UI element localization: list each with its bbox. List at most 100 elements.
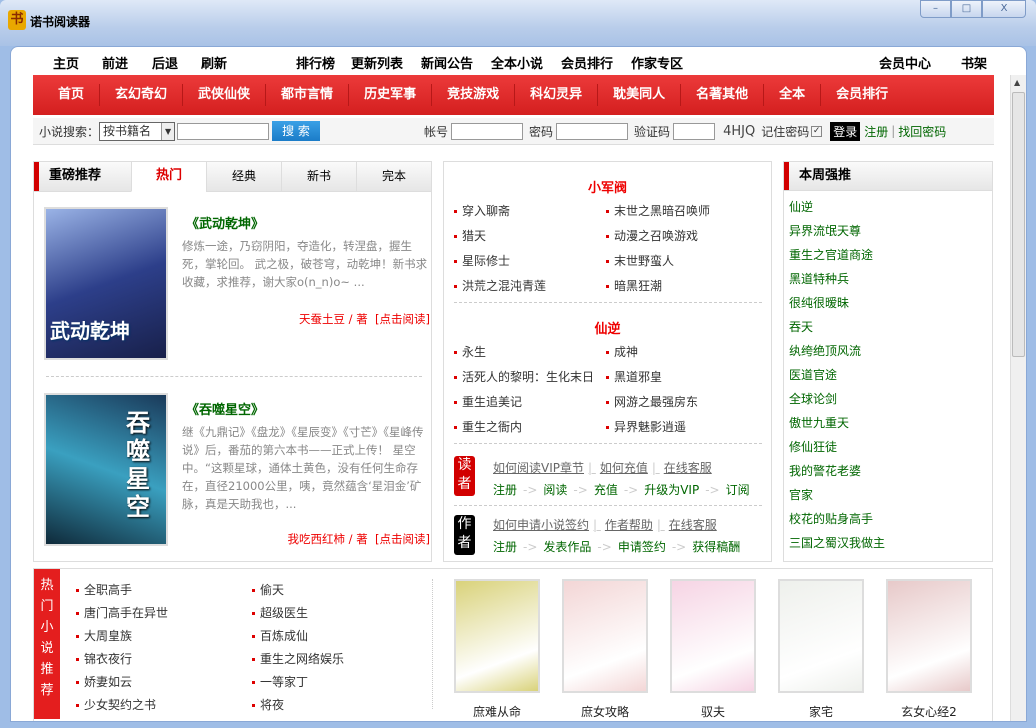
cover-title[interactable]: 驭夫	[670, 703, 756, 720]
book-link[interactable]: 末世之黑暗召唤师	[606, 202, 758, 219]
help-link[interactable]: 作者帮助	[605, 518, 653, 532]
read-link[interactable]: [点击阅读]	[375, 312, 430, 326]
help-link[interactable]: 如何充值	[600, 461, 648, 475]
step-link[interactable]: 阅读	[543, 483, 567, 497]
captcha-image[interactable]: 4HJQ	[723, 124, 755, 139]
category-tab[interactable]: 科幻灵异	[515, 84, 599, 106]
book-link[interactable]: 重生之网络娱乐	[252, 650, 428, 667]
book-cover[interactable]	[562, 579, 648, 693]
help-link[interactable]: 在线客服	[669, 518, 717, 532]
weekly-book-link[interactable]: 重生之官道商途	[784, 243, 992, 267]
nav-link[interactable]: 排行榜	[296, 53, 335, 72]
step-link[interactable]: 发表作品	[543, 540, 591, 554]
category-tab[interactable]: 武侠仙侠	[183, 84, 267, 106]
weekly-book-link[interactable]: 黑道特种兵	[784, 267, 992, 291]
book-link[interactable]: 异界魅影逍遥	[606, 418, 758, 435]
tab-finished[interactable]: 完本	[356, 162, 431, 191]
nav-link[interactable]: 书架	[961, 53, 987, 72]
nav-link[interactable]: 全本小说	[491, 53, 543, 72]
step-link[interactable]: 注册	[493, 540, 517, 554]
help-link[interactable]: 在线客服	[664, 461, 712, 475]
step-link[interactable]: 充值	[594, 483, 618, 497]
book-link[interactable]: 永生	[454, 343, 606, 360]
category-tab[interactable]: 玄幻奇幻	[100, 84, 184, 106]
weekly-book-link[interactable]: 官家	[784, 483, 992, 507]
book-link[interactable]: 猎天	[454, 227, 606, 244]
search-input[interactable]	[177, 122, 270, 140]
weekly-book-link[interactable]: 三国之蜀汉我做主	[784, 531, 992, 555]
book-cover[interactable]	[886, 579, 972, 693]
cover-title[interactable]: 家宅	[778, 703, 864, 720]
book-cover[interactable]	[454, 579, 540, 693]
category-tab[interactable]: 首页	[43, 84, 101, 106]
book-link[interactable]: 全职高手	[76, 581, 252, 598]
forgot-password-link[interactable]: 找回密码	[898, 123, 946, 140]
cover-title[interactable]: 玄女心经2	[886, 703, 972, 720]
nav-link[interactable]: 后退	[152, 53, 178, 72]
scrollbar-thumb[interactable]	[1012, 92, 1025, 357]
book-link[interactable]: 黑道邪皇	[606, 368, 758, 385]
help-link[interactable]: 如何申请小说签约	[493, 518, 589, 532]
weekly-book-link[interactable]: 吞天	[784, 315, 992, 339]
book-link[interactable]: 一等家丁	[252, 673, 428, 690]
book-link[interactable]: 星际修士	[454, 252, 606, 269]
maximize-button[interactable]: □	[951, 0, 982, 18]
cover-title[interactable]: 庶女攻略	[562, 703, 648, 720]
step-link[interactable]: 注册	[493, 483, 517, 497]
remember-checkbox[interactable]: ✓	[811, 125, 823, 137]
weekly-book-link[interactable]: 校花的贴身高手	[784, 507, 992, 531]
captcha-input[interactable]	[673, 122, 716, 140]
weekly-book-link[interactable]: 医道官途	[784, 363, 992, 387]
nav-link[interactable]: 前进	[102, 53, 128, 72]
close-button[interactable]: X	[982, 0, 1026, 18]
book-link[interactable]: 暗黑狂潮	[606, 277, 758, 294]
book-link[interactable]: 洪荒之混沌青莲	[454, 277, 606, 294]
cover-item[interactable]: 玄女心经2	[886, 579, 972, 720]
step-link[interactable]: 升级为VIP	[644, 483, 699, 497]
search-type-select[interactable]: 按书籍名 ▼	[99, 121, 176, 141]
book-link[interactable]: 娇妻如云	[76, 673, 252, 690]
register-link[interactable]: 注册	[864, 123, 888, 140]
tab-new[interactable]: 新书	[281, 162, 356, 191]
account-input[interactable]	[451, 122, 524, 140]
book-title[interactable]: 《武动乾坤》	[186, 213, 264, 232]
weekly-book-link[interactable]: 很纯很暧昧	[784, 291, 992, 315]
cover-item[interactable]: 庶难从命	[454, 579, 540, 720]
step-link[interactable]: 获得稿酬	[692, 540, 740, 554]
step-link[interactable]: 申请签约	[618, 540, 666, 554]
category-tab[interactable]: 竞技游戏	[432, 84, 516, 106]
weekly-book-link[interactable]: 我的警花老婆	[784, 459, 992, 483]
help-link[interactable]: 如何阅读VIP章节	[493, 461, 584, 475]
book-link[interactable]: 大周皇族	[76, 627, 252, 644]
nav-link[interactable]: 作家专区	[631, 53, 683, 72]
search-button[interactable]: 搜 索	[272, 121, 321, 141]
category-tab[interactable]: 历史军事	[349, 84, 433, 106]
book-link[interactable]: 锦衣夜行	[76, 650, 252, 667]
book-link[interactable]: 重生追美记	[454, 393, 606, 410]
book-cover[interactable]	[778, 579, 864, 693]
cover-item[interactable]: 家宅	[778, 579, 864, 720]
weekly-book-link[interactable]: 傲世九重天	[784, 411, 992, 435]
book-cover[interactable]: 吞噬星空	[44, 393, 168, 546]
password-input[interactable]	[556, 122, 629, 140]
nav-link[interactable]: 会员排行	[561, 53, 613, 72]
tab-hot[interactable]: 热门	[131, 162, 206, 192]
book-link[interactable]: 网游之最强房东	[606, 393, 758, 410]
step-link[interactable]: 订阅	[726, 483, 750, 497]
book-link[interactable]: 少女契约之书	[76, 696, 252, 713]
book-link[interactable]: 重生之衙内	[454, 418, 606, 435]
book-link[interactable]: 超级医生	[252, 604, 428, 621]
minimize-button[interactable]: –	[920, 0, 951, 18]
category-tab[interactable]: 耽美同人	[598, 84, 682, 106]
nav-link[interactable]: 会员中心	[879, 53, 931, 72]
book-author[interactable]: 天蚕土豆 / 著	[299, 312, 368, 326]
cover-item[interactable]: 驭夫	[670, 579, 756, 720]
cover-title[interactable]: 庶难从命	[454, 703, 540, 720]
category-tab[interactable]: 名著其他	[681, 84, 765, 106]
weekly-book-link[interactable]: 仙逆	[784, 195, 992, 219]
nav-link[interactable]: 主页	[53, 53, 79, 72]
cover-item[interactable]: 庶女攻略	[562, 579, 648, 720]
book-link[interactable]: 成神	[606, 343, 758, 360]
weekly-book-link[interactable]: 全球论剑	[784, 387, 992, 411]
book-cover[interactable]	[670, 579, 756, 693]
